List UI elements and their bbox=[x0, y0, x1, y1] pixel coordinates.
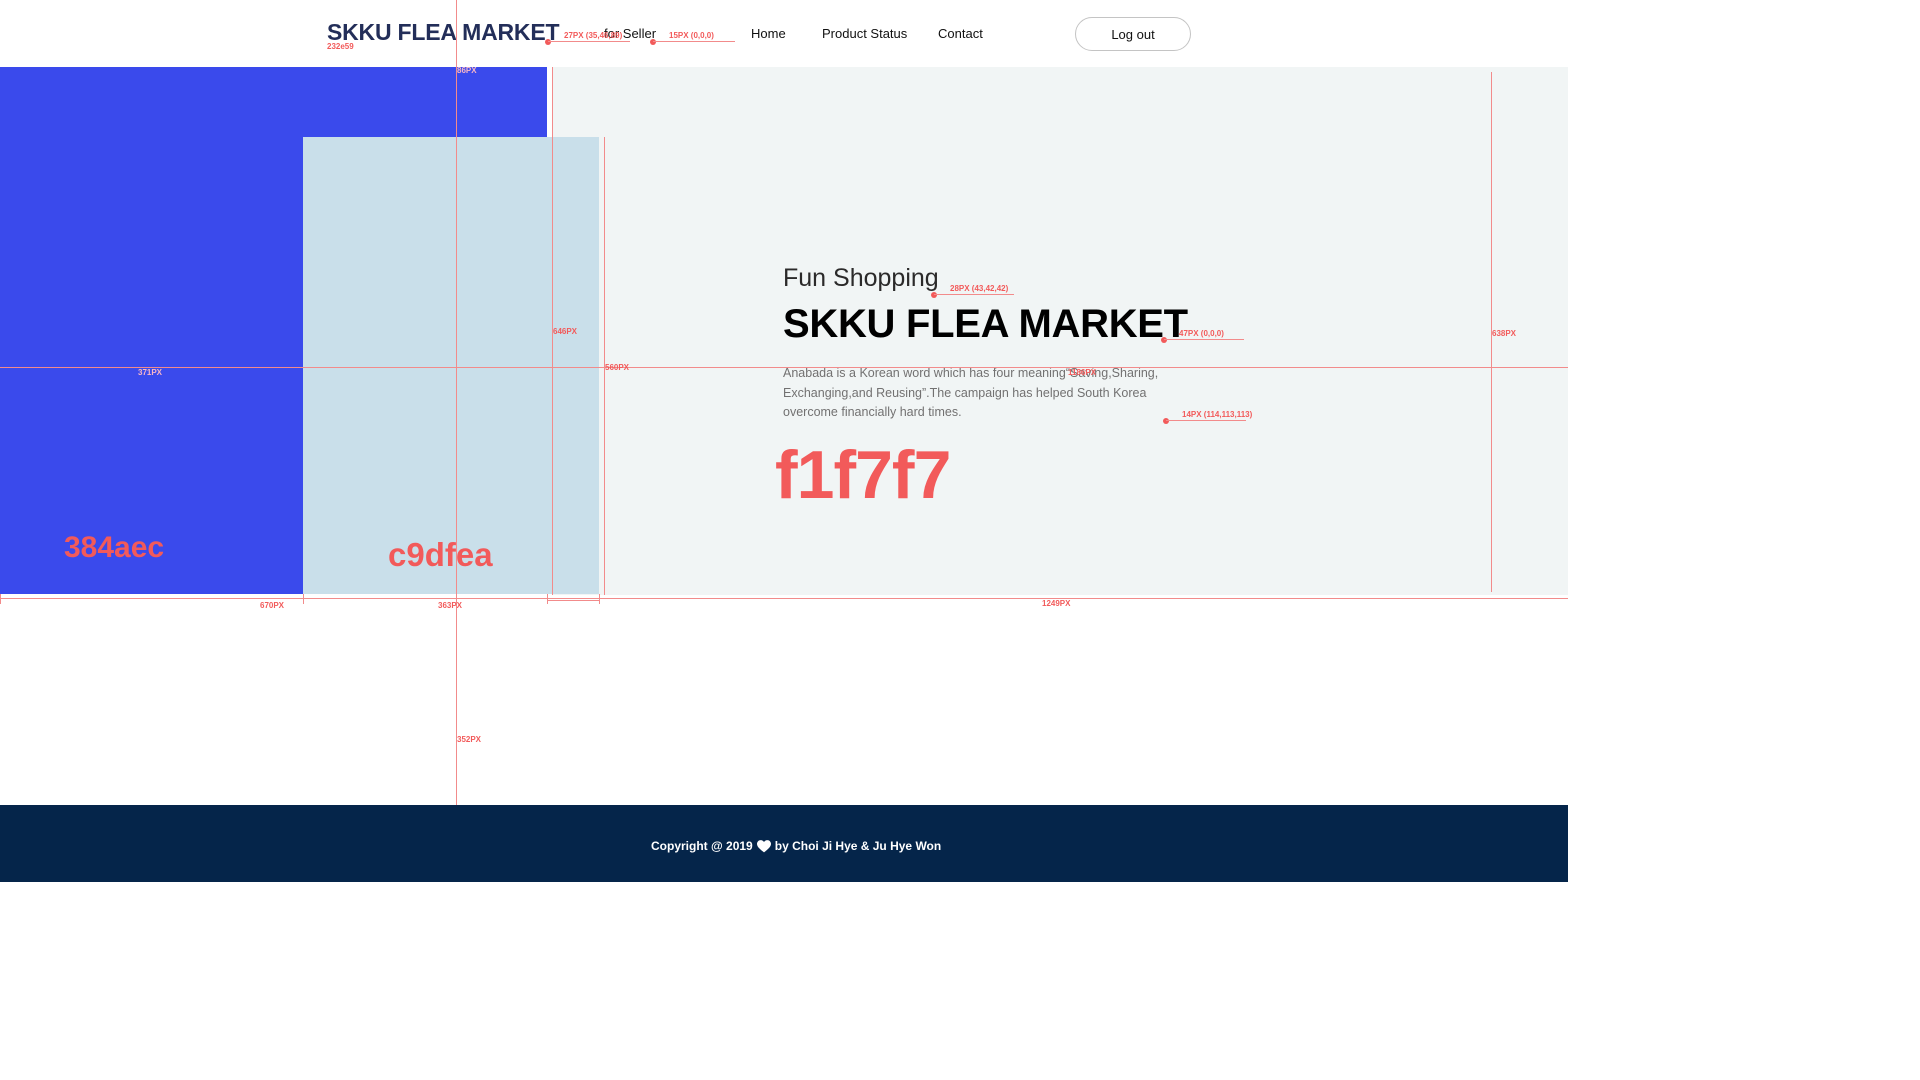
swatch-label-blue: 384aec bbox=[64, 531, 165, 564]
annotation-dot bbox=[650, 39, 656, 45]
site-logo[interactable]: SKKU FLEA MARKET bbox=[327, 19, 560, 46]
author-text: by Choi Ji Hye & Ju Hye Won bbox=[774, 839, 942, 853]
measure-line-bottom bbox=[0, 598, 1568, 599]
nav-contact[interactable]: Contact bbox=[938, 26, 983, 41]
measure-line-short bbox=[548, 600, 599, 601]
measure-tick bbox=[303, 594, 304, 604]
measure-label-desc-width: 1186PX bbox=[1068, 368, 1097, 377]
measure-tick bbox=[547, 594, 548, 604]
annotation-desc-spec: 14PX (114,113,113) bbox=[1182, 410, 1253, 419]
copyright-text: Copyright @ 2019 bbox=[651, 839, 753, 853]
logo-color-label: 232e59 bbox=[327, 42, 354, 51]
annotation-logo-spec: 27PX (35,46,89) bbox=[564, 31, 623, 40]
measure-label-top-offset: 86PX bbox=[457, 66, 477, 75]
measure-label-bottom-height: 352PX bbox=[457, 735, 482, 744]
annotation-line bbox=[934, 294, 1014, 295]
measure-label-blue-width: 670PX bbox=[260, 601, 285, 610]
measure-tick bbox=[0, 594, 1, 604]
measure-label-blue-height: 646PX bbox=[553, 327, 578, 336]
measure-label-left-height: 371PX bbox=[138, 368, 163, 377]
nav-home[interactable]: Home bbox=[751, 26, 786, 41]
footer-copyright: Copyright @ 2019 by Choi Ji Hye & Ju Hye… bbox=[651, 839, 941, 853]
annotation-line bbox=[653, 41, 735, 42]
logout-button[interactable]: Log out bbox=[1075, 17, 1191, 51]
swatch-label-lightblue: c9dfea bbox=[388, 536, 493, 573]
annotation-nav-spec: 15PX (0,0,0) bbox=[669, 31, 714, 40]
measure-label-lightblue-width: 363PX bbox=[438, 601, 463, 610]
annotation-dot bbox=[545, 39, 551, 45]
annotation-dot bbox=[931, 292, 937, 298]
heart-icon bbox=[756, 839, 771, 852]
annotation-line bbox=[1166, 420, 1246, 421]
annotation-subtitle-spec: 28PX (43,42,42) bbox=[950, 284, 1009, 293]
measure-label-gray-width: 1249PX bbox=[1042, 599, 1071, 608]
annotation-title-spec: 47PX (0,0,0) bbox=[1179, 329, 1224, 338]
annotation-line bbox=[548, 41, 630, 42]
nav-product-status[interactable]: Product Status bbox=[822, 26, 907, 41]
annotation-dot bbox=[1161, 337, 1167, 343]
hero-lightblue-block bbox=[303, 137, 599, 594]
annotation-line bbox=[1164, 339, 1244, 340]
hero-title: SKKU FLEA MARKET bbox=[783, 302, 1188, 346]
hero-description: Anabada is a Korean word which has four … bbox=[783, 366, 1159, 419]
swatch-label-gray: f1f7f7 bbox=[775, 437, 951, 513]
measure-line-horizontal bbox=[0, 367, 1568, 368]
annotation-dot bbox=[1163, 418, 1169, 424]
measure-line-vertical bbox=[456, 0, 457, 882]
hero-subtitle: Fun Shopping bbox=[783, 264, 939, 292]
measure-tick bbox=[599, 594, 600, 604]
measure-label-gray-height: 638PX bbox=[1492, 329, 1517, 338]
measure-label-lightblue-height: 560PX bbox=[605, 363, 630, 372]
